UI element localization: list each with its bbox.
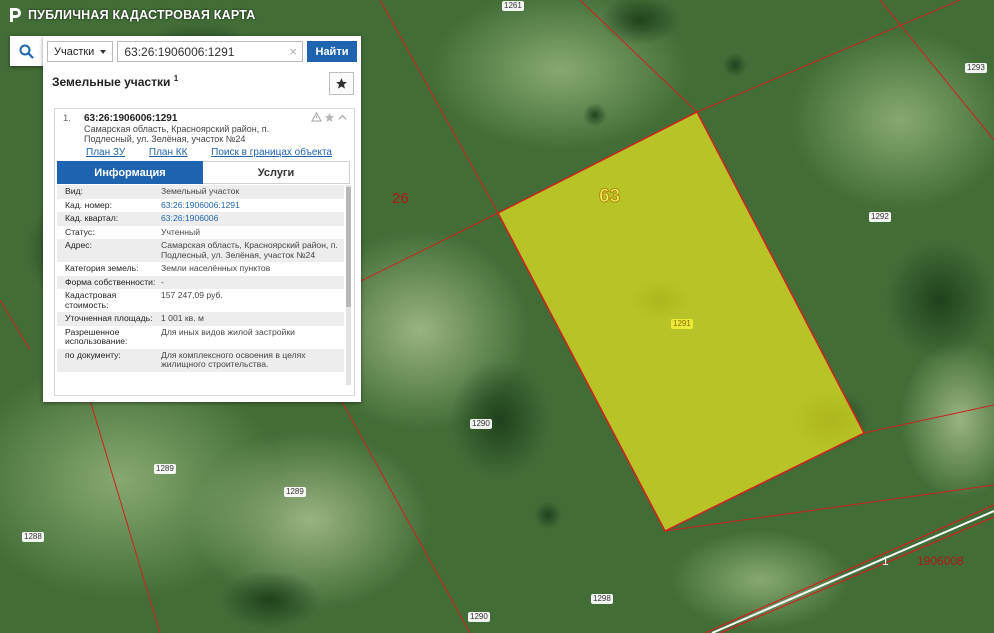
search-input[interactable]	[117, 41, 303, 62]
info-row-key: Кадастровая стоимость:	[65, 290, 117, 310]
results-count: 1	[173, 74, 179, 83]
result-number: 1.	[63, 113, 71, 124]
info-row-key: Адрес:	[65, 240, 92, 250]
info-row-value: Самарская область, Красноярский район, п…	[161, 240, 338, 260]
result-address: Самарская область, Красноярский район, п…	[84, 124, 270, 144]
info-row-key: по документу:	[65, 349, 121, 360]
info-row-value: -	[161, 276, 164, 287]
zone-label: 26	[392, 190, 409, 207]
star-icon[interactable]	[324, 112, 335, 123]
info-scrollbar[interactable]	[346, 185, 351, 385]
info-row: Кад. номер: 63:26:1906006:1291	[57, 199, 344, 213]
info-row-value: Учтенный	[161, 226, 201, 237]
search-bar: Участки × Найти	[47, 41, 357, 62]
info-row-key: Вид:	[65, 186, 83, 196]
info-row: Кад. квартал: 63:26:1906006	[57, 212, 344, 226]
info-row-value: Земельный участок	[161, 186, 240, 196]
tab-services[interactable]: Услуги	[203, 161, 350, 184]
info-row: Адрес: Самарская область, Красноярский ра…	[57, 239, 344, 262]
parcel-label[interactable]: 1290	[470, 419, 492, 429]
info-row: Вид: Земельный участок	[57, 185, 344, 199]
search-type-label: Участки	[54, 45, 95, 58]
app-header: ПУБЛИЧНАЯ КАДАСТРОВАЯ КАРТА	[8, 6, 255, 24]
parcel-label[interactable]: 1292	[869, 212, 891, 222]
info-row-key: Кад. квартал:	[65, 213, 119, 223]
info-row: Уточненная площадь: 1 001 кв. м	[57, 312, 344, 326]
info-row-key: Категория земель:	[65, 263, 139, 273]
parcel-label[interactable]: 1293	[965, 63, 987, 73]
warning-icon[interactable]	[311, 112, 322, 122]
info-row-value: Для иных видов жилой застройки	[161, 326, 295, 337]
scrollbar-thumb[interactable]	[346, 187, 351, 307]
info-table: Вид: Земельный участок Кад. номер: 63:26:19…	[57, 185, 344, 372]
info-row: Категория земель: Земли населённых пункто…	[57, 262, 344, 276]
info-row-key: Разрешенное использование:	[65, 326, 128, 346]
search-icon	[19, 44, 34, 59]
info-row: по документу: Для комплексного освоения в…	[57, 348, 344, 372]
info-row-value[interactable]: 63:26:1906006	[161, 213, 344, 224]
info-row-key: Уточненная площадь:	[65, 313, 153, 323]
result-cad-number[interactable]: 63:26:1906006:1291	[84, 113, 177, 124]
info-row: Разрешенное использование: Для иных видов…	[57, 326, 344, 349]
results-title: Земельные участки 1	[52, 74, 179, 89]
result-card[interactable]: 1. 63:26:1906006:1291 Самарская область,…	[54, 108, 355, 396]
parcel-label[interactable]: 1288	[22, 532, 44, 542]
info-row: Кадастровая стоимость: 157 247,09 руб.	[57, 289, 344, 312]
chevron-up-icon[interactable]	[337, 112, 348, 123]
info-row: Статус: Учтенный	[57, 226, 344, 240]
info-row-key: Форма собственности:	[65, 276, 156, 287]
search-toggle-button[interactable]	[10, 36, 43, 66]
find-button[interactable]: Найти	[307, 41, 357, 62]
parcel-label[interactable]: 1289	[284, 487, 306, 497]
info-row-key: Кад. номер:	[65, 199, 112, 210]
search-type-dropdown[interactable]: Участки	[47, 41, 114, 62]
parcel-label[interactable]: 1261	[502, 1, 524, 11]
info-row: Форма собственности: -	[57, 275, 344, 289]
info-row-value: Для комплексного освоения в целях жилищн…	[161, 349, 306, 369]
pkk-logo-icon[interactable]	[8, 7, 22, 23]
info-row-value[interactable]: 63:26:1906006:1291	[161, 200, 344, 211]
clear-icon[interactable]: ×	[289, 44, 297, 59]
app-title: ПУБЛИЧНАЯ КАДАСТРОВАЯ КАРТА	[28, 8, 256, 22]
result-tabs: Информация Услуги	[57, 161, 350, 184]
zone-label-selected: 63	[598, 186, 621, 208]
chevron-down-icon	[100, 49, 107, 54]
parcel-label[interactable]: 1290	[468, 612, 490, 622]
quarter-label: 1	[882, 554, 889, 568]
info-row-value: 157 247,09 руб.	[161, 290, 223, 300]
favorites-button[interactable]	[329, 72, 354, 95]
star-icon	[336, 78, 347, 89]
card-actions	[311, 112, 348, 123]
info-row-value: Земли населённых пунктов	[161, 263, 271, 273]
parcel-label-selected[interactable]: 1291	[671, 319, 693, 329]
info-row-value: 1 001 кв. м	[161, 313, 204, 323]
info-row-key: Статус:	[65, 226, 95, 237]
quarter-label: 1906008	[917, 554, 964, 568]
tab-info[interactable]: Информация	[57, 161, 203, 184]
search-panel: Участки × Найти Земельные участки 1 1. 6…	[43, 36, 361, 402]
parcel-label[interactable]: 1289	[154, 464, 176, 474]
parcel-label[interactable]: 1298	[591, 594, 613, 604]
